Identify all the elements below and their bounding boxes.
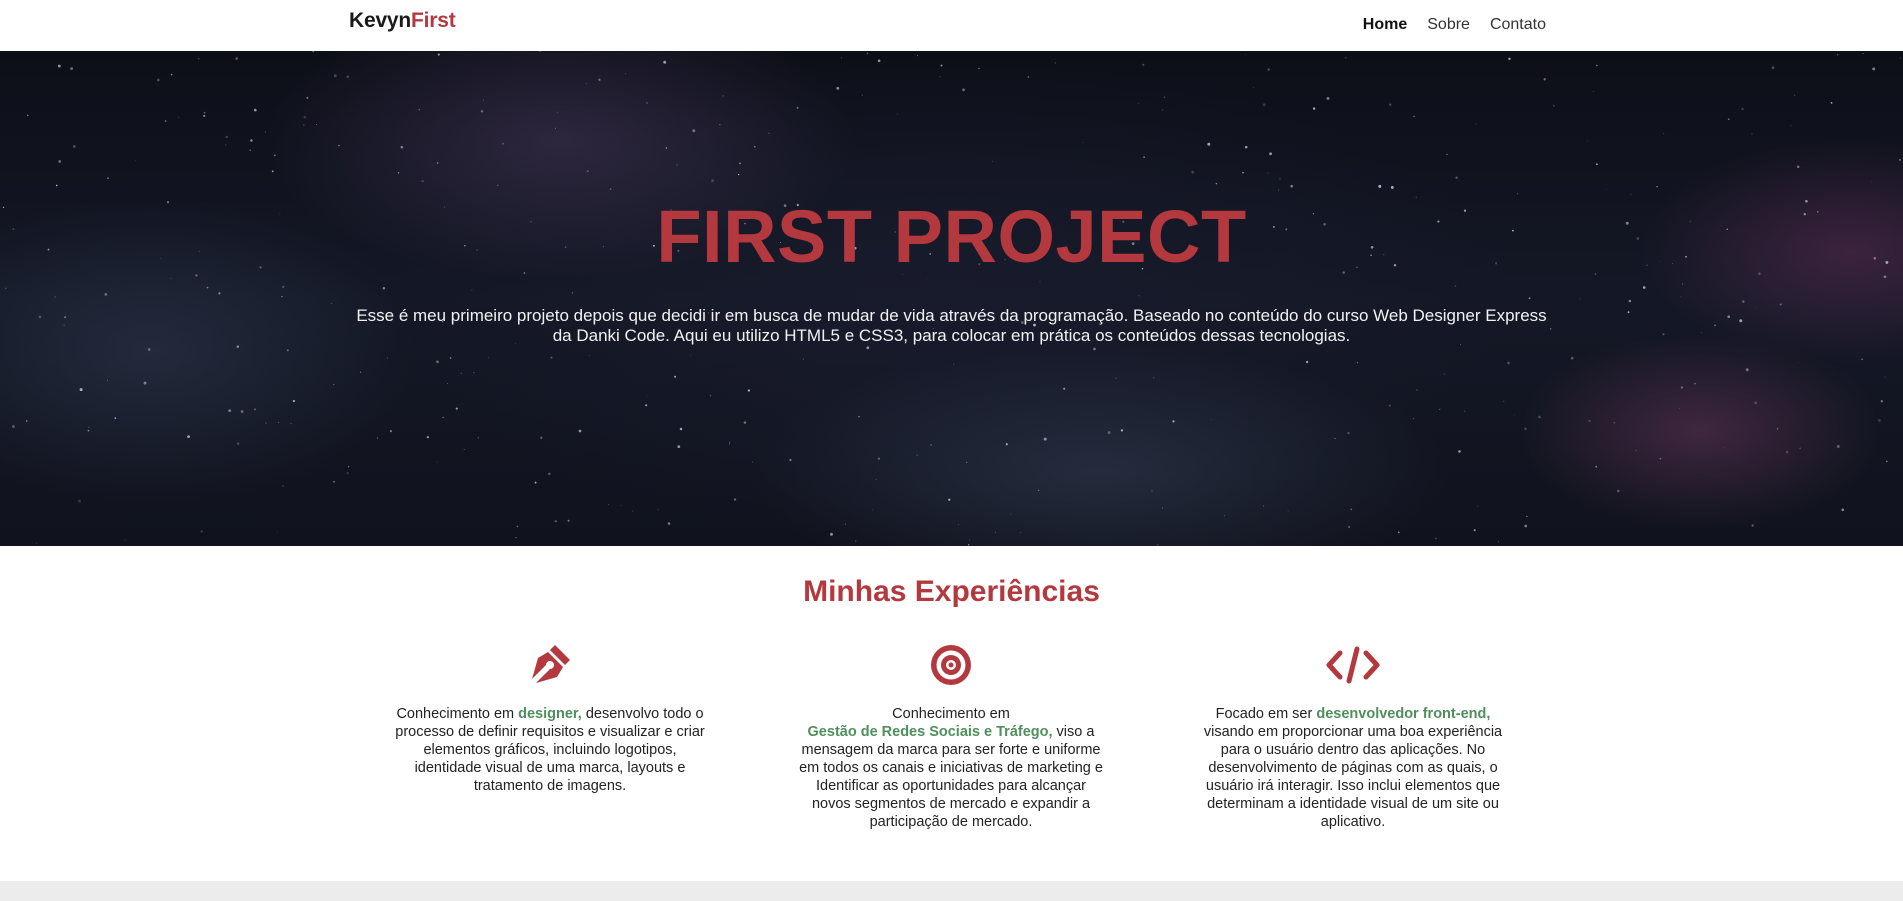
experience-text-design: Conhecimento em designer, desenvolvo tod… (395, 706, 705, 794)
pen-nib-icon (395, 640, 705, 690)
main-nav: Home Sobre Contato (1363, 16, 1546, 34)
experience-card-frontend: Focado em ser desenvolvedor front-end, v… (1198, 640, 1508, 831)
site-header: KevynFirst Home Sobre Contato (0, 0, 1903, 51)
logo-main-text: Kevyn (349, 9, 412, 32)
nav-link-contato[interactable]: Contato (1490, 16, 1546, 34)
nav-link-sobre[interactable]: Sobre (1427, 16, 1470, 34)
experience-highlight-social: Gestão de Redes Sociais e Tráfego, (807, 724, 1053, 740)
code-icon (1198, 640, 1508, 690)
logo[interactable]: KevynFirst (349, 9, 456, 33)
logo-accent-text: First (411, 9, 456, 32)
hero-banner: FIRST PROJECT Esse é meu primeiro projet… (0, 51, 1903, 546)
hero-title: FIRST PROJECT (656, 195, 1247, 278)
experience-highlight-frontend: desenvolvedor front-end, (1316, 706, 1491, 722)
bullseye-icon (796, 640, 1106, 690)
footer-strip (0, 881, 1903, 901)
experience-highlight-design: designer, (518, 706, 582, 722)
experience-text-frontend: Focado em ser desenvolvedor front-end, v… (1203, 706, 1503, 830)
experience-card-design: Conhecimento em designer, desenvolvo tod… (395, 640, 705, 795)
starfield-background (2, 51, 1901, 546)
hero-description: Esse é meu primeiro projeto depois que d… (356, 306, 1547, 345)
experience-card-social: Conhecimento em Gestão de Redes Sociais e… (796, 640, 1106, 831)
experiences-title: Minhas Experiências (803, 575, 1100, 608)
experience-text-social: Conhecimento em Gestão de Redes Sociais e… (799, 706, 1103, 830)
nav-link-home[interactable]: Home (1363, 16, 1407, 34)
